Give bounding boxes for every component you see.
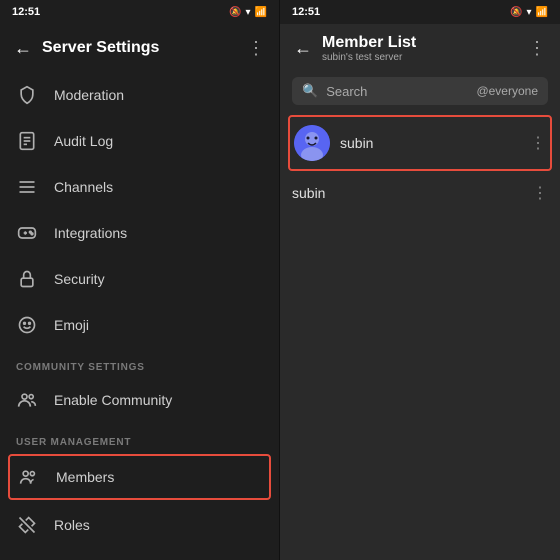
right-title-block: Member List subin's test server [322, 34, 518, 63]
member-more-subin-1[interactable]: ⋮ [530, 133, 546, 153]
left-status-bar: 12:51 🔕 ▾ 📶 [0, 0, 279, 24]
left-header: ← Server Settings ⋮ [0, 24, 279, 72]
search-icon: 🔍 [302, 83, 318, 99]
left-status-icons: 🔕 ▾ 📶 [229, 7, 267, 18]
left-header-title: Server Settings [42, 39, 237, 57]
integrations-label: Integrations [54, 225, 127, 241]
right-panel-subtitle: subin's test server [322, 52, 518, 63]
no-sound-icon-right: 🔕 [510, 7, 522, 18]
menu-item-roles[interactable]: Roles [0, 502, 279, 548]
search-tag: @everyone [476, 84, 538, 98]
security-label: Security [54, 271, 105, 287]
right-status-time: 12:51 [292, 6, 320, 18]
menu-item-enable-community[interactable]: Enable Community [0, 377, 279, 423]
roles-label: Roles [54, 517, 90, 533]
member-more-subin-2[interactable]: ⋮ [532, 183, 548, 203]
audit-log-label: Audit Log [54, 133, 113, 149]
right-panel-title: Member List [322, 34, 518, 52]
right-header: ← Member List subin's test server ⋮ [280, 24, 560, 73]
community-settings-header: COMMUNITY SETTINGS [0, 348, 279, 377]
right-status-icons: 🔕 ▾ 📶 [510, 7, 548, 18]
list-icon [16, 176, 38, 198]
search-input[interactable]: Search [326, 84, 468, 99]
signal-icon: ▾ [246, 7, 251, 18]
member-name-subin-1: subin [340, 135, 520, 151]
right-panel: 12:51 🔕 ▾ 📶 ← Member List subin's test s… [280, 0, 560, 560]
roles-icon [16, 514, 38, 536]
menu-item-channels[interactable]: Channels [0, 164, 279, 210]
member-item-subin-2[interactable]: subin ⋮ [280, 173, 560, 213]
member-item-subin-1[interactable]: subin ⋮ [288, 115, 552, 171]
left-menu-content: Moderation Audit Log [0, 72, 279, 560]
right-back-button[interactable]: ← [294, 38, 312, 59]
enable-community-label: Enable Community [54, 392, 172, 408]
left-panel: 12:51 🔕 ▾ 📶 ← Server Settings ⋮ Moderati… [0, 0, 280, 560]
emoji-icon [16, 314, 38, 336]
menu-item-audit-log[interactable]: Audit Log [0, 118, 279, 164]
members-label: Members [56, 469, 114, 485]
right-more-button[interactable]: ⋮ [528, 38, 546, 59]
file-icon [16, 130, 38, 152]
menu-item-emoji[interactable]: Emoji [0, 302, 279, 348]
right-status-bar: 12:51 🔕 ▾ 📶 [280, 0, 560, 24]
shield-icon [16, 84, 38, 106]
member-list: subin ⋮ subin ⋮ [280, 113, 560, 560]
left-status-time: 12:51 [12, 6, 40, 18]
channels-label: Channels [54, 179, 113, 195]
moderation-label: Moderation [54, 87, 124, 103]
menu-item-integrations[interactable]: Integrations [0, 210, 279, 256]
signal-icon-right: ▾ [527, 7, 532, 18]
left-back-button[interactable]: ← [14, 38, 32, 59]
no-sound-icon: 🔕 [229, 7, 241, 18]
lock-icon [16, 268, 38, 290]
member-name-subin-2: subin [292, 185, 522, 201]
left-more-button[interactable]: ⋮ [247, 38, 265, 59]
user-management-header: USER MANAGEMENT [0, 423, 279, 452]
menu-item-moderation[interactable]: Moderation [0, 72, 279, 118]
menu-item-members[interactable]: Members [8, 454, 271, 500]
member-avatar-subin-1 [294, 125, 330, 161]
menu-item-invites[interactable]: Invites [0, 548, 279, 560]
search-bar[interactable]: 🔍 Search @everyone [292, 77, 548, 105]
community-icon [16, 389, 38, 411]
emoji-label: Emoji [54, 317, 89, 333]
gamepad-icon [16, 222, 38, 244]
members-icon [18, 466, 40, 488]
wifi-icon: 📶 [255, 7, 267, 18]
wifi-icon-right: 📶 [536, 7, 548, 18]
menu-item-security[interactable]: Security [0, 256, 279, 302]
